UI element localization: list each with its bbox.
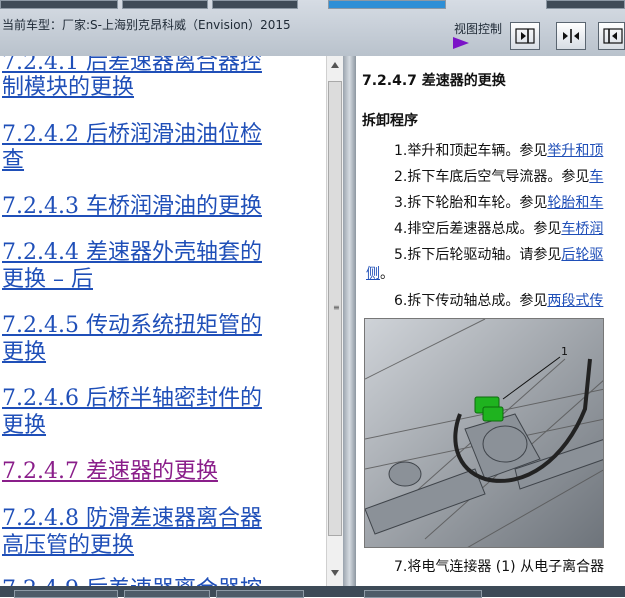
top-tab-3[interactable] xyxy=(212,0,298,9)
step-3-link[interactable]: 轮胎和车 xyxy=(547,195,603,211)
toc-item-7245-cont[interactable]: 更换 xyxy=(2,339,46,366)
top-tab-active[interactable] xyxy=(328,0,446,9)
top-toolbar: 当前车型：厂家:S-上海别克昂科威（Envision）2015 视图控制 xyxy=(0,0,625,56)
pane-splitter[interactable] xyxy=(343,56,356,586)
scroll-thumb[interactable]: ≡ xyxy=(328,81,342,536)
step-5: 5.拆下后轮驱动轴。请参见后轮驱 xyxy=(394,247,604,263)
toc-item-7247[interactable]: 7.2.4.7 差速器的更换 xyxy=(2,458,218,485)
step-7: 7.将电气连接器 (1) 从电子离合器 xyxy=(394,559,605,575)
top-tab-2[interactable] xyxy=(122,0,208,9)
toc-item-7241[interactable]: 7.2.4.1 后差速器离合器控 xyxy=(2,56,262,76)
step-6: 6.拆下传动轴总成。参见两段式传 xyxy=(394,293,604,309)
step-1-link[interactable]: 举升和顶 xyxy=(547,143,603,159)
toc-item-7246[interactable]: 7.2.4.6 后桥半轴密封件的 xyxy=(2,385,262,412)
view-control-arrow-icon xyxy=(453,37,469,49)
differential-illustration: 1 xyxy=(364,318,604,548)
top-tab-strip xyxy=(0,0,625,9)
toc-item-7242[interactable]: 7.2.4.2 后桥润滑油油位检 xyxy=(2,121,262,148)
split-view-button[interactable] xyxy=(556,22,586,50)
step-6-link[interactable]: 两段式传 xyxy=(547,293,603,309)
toc-item-7245[interactable]: 7.2.4.5 传动系统扭矩管的 xyxy=(2,312,262,339)
view-control-label: 视图控制 xyxy=(454,22,503,36)
step-4: 4.排空后差速器总成。参见车桥润 xyxy=(394,221,604,237)
toc-scrollbar[interactable]: ≡ xyxy=(326,56,343,586)
callout-label: 1 xyxy=(561,345,568,358)
top-tab-5[interactable] xyxy=(546,0,625,9)
collapse-right-button[interactable] xyxy=(598,22,625,50)
step-5-continuation: 侧。 xyxy=(366,266,394,282)
toc-item-7241-cont[interactable]: 制模块的更换 xyxy=(2,74,134,101)
grip-icon: ≡ xyxy=(333,303,340,312)
toc-item-7248[interactable]: 7.2.4.8 防滑差速器离合器 xyxy=(2,505,262,532)
step-2: 2.拆下车底后空气导流器。参见车 xyxy=(394,169,604,185)
section-title: 7.2.4.7 差速器的更换 xyxy=(362,73,506,89)
toc-item-7246-cont[interactable]: 更换 xyxy=(2,412,46,439)
panel-left-icon xyxy=(603,28,623,44)
toc-item-7248-cont[interactable]: 高压管的更换 xyxy=(2,532,134,559)
panel-right-icon xyxy=(515,28,535,44)
toc-pane: 7.2.4.1 后差速器离合器控 制模块的更换 7.2.4.2 后桥润滑油油位检… xyxy=(0,56,326,586)
procedure-title: 拆卸程序 xyxy=(362,113,418,129)
step-4-link[interactable]: 车桥润 xyxy=(561,221,603,237)
toc-item-7249[interactable]: 7.2.4.9 后差速器离合器控 xyxy=(2,576,262,586)
content-pane: 7.2.4.7 差速器的更换 拆卸程序 1.举升和顶起车辆。参见举升和顶 2.拆… xyxy=(356,56,625,586)
collapse-left-button[interactable] xyxy=(510,22,540,50)
scroll-down-arrow-icon[interactable] xyxy=(331,570,339,576)
step-3: 3.拆下轮胎和车轮。参见轮胎和车 xyxy=(394,195,604,211)
split-icon xyxy=(563,29,579,43)
toc-item-7243[interactable]: 7.2.4.3 车桥润滑油的更换 xyxy=(2,193,262,220)
toc-item-7244-cont[interactable]: 更换 – 后 xyxy=(2,266,93,293)
current-vehicle-label: 当前车型：厂家:S-上海别克昂科威（Envision）2015 xyxy=(2,18,291,32)
scroll-up-arrow-icon[interactable] xyxy=(331,62,339,68)
toc-item-7242-cont[interactable]: 查 xyxy=(2,147,24,174)
step-2-link[interactable]: 车 xyxy=(589,169,603,185)
step-1: 1.举升和顶起车辆。参见举升和顶 xyxy=(394,143,604,159)
step-5-link[interactable]: 后轮驱 xyxy=(561,247,603,263)
top-tab-1[interactable] xyxy=(0,0,118,9)
step-5-link-cont[interactable]: 侧 xyxy=(366,266,380,282)
toc-item-7244[interactable]: 7.2.4.4 差速器外壳轴套的 xyxy=(2,239,262,266)
